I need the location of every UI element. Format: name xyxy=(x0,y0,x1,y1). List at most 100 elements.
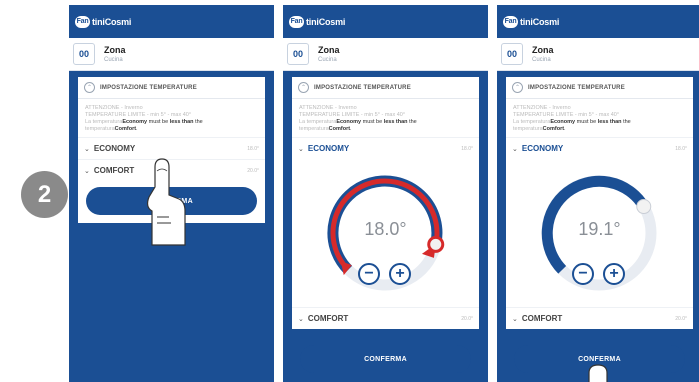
tutorial-page: 2 Fan tiniCosmi 00 Zona Cucina ⌃ IMPOSTA… xyxy=(0,0,699,382)
temperature-dial[interactable]: 18.0° − + xyxy=(292,159,479,307)
limits-note: ATTENZIONE - Inverno TEMPERATURE LIMITE … xyxy=(506,99,693,137)
temperature-dial[interactable]: 19.1° − + xyxy=(506,159,693,307)
zone-subtitle: Cucina xyxy=(318,57,337,63)
note-line-1: ATTENZIONE - Inverno xyxy=(299,105,357,111)
note-prefix-2: temperatura xyxy=(299,126,329,132)
chevron-down-icon: ⌄ xyxy=(298,315,304,323)
note-line-1: ATTENZIONE - Inverno xyxy=(85,105,143,111)
section-title: IMPOSTAZIONE TEMPERATURE xyxy=(314,84,411,91)
note-line-1: ATTENZIONE - Inverno xyxy=(513,105,571,111)
chevron-down-icon: ⌄ xyxy=(512,145,518,153)
limits-note: ATTENZIONE - Inverno TEMPERATURE LIMITE … xyxy=(78,99,265,137)
dial-value: 18.0° xyxy=(364,219,407,239)
dial-knob[interactable] xyxy=(636,199,652,215)
note-less: less than xyxy=(383,119,408,125)
note-period: . xyxy=(350,126,352,132)
zone-header[interactable]: 00 Zona Cucina xyxy=(69,38,274,71)
plus-button[interactable]: + xyxy=(389,263,411,285)
note-comfort: Comfort xyxy=(328,126,351,132)
chevron-down-icon: ⌄ xyxy=(298,145,304,153)
logo-text: tiniCosmi xyxy=(306,16,346,27)
zone-subtitle: Cucina xyxy=(532,57,551,63)
section-header[interactable]: ⌃ IMPOSTAZIONE TEMPERATURE xyxy=(506,77,693,99)
comfort-row[interactable]: ⌄ COMFORT 20.0° xyxy=(292,307,479,329)
note-the: the xyxy=(193,119,203,125)
note-comfort: Comfort xyxy=(542,126,565,132)
economy-label: ECONOMY xyxy=(93,144,136,153)
minus-button[interactable]: − xyxy=(358,263,380,285)
collapse-chevron-icon: ⌃ xyxy=(298,82,309,93)
note-prefix-2: temperatura xyxy=(513,126,543,132)
note-line-2: TEMPERATURE LIMITE - min 5° - max 40° xyxy=(85,112,192,118)
economy-label: ECONOMY xyxy=(521,144,564,153)
app-bar: Fan tiniCosmi xyxy=(283,5,488,38)
pointing-hand-icon xyxy=(146,158,186,246)
comfort-label: COMFORT xyxy=(307,314,349,323)
confirm-button[interactable]: CONFERMA xyxy=(300,345,471,373)
app-logo: Fan tiniCosmi xyxy=(289,15,346,28)
note-less: less than xyxy=(597,119,622,125)
zone-header[interactable]: 00 Zona Cucina xyxy=(283,38,488,71)
phone-screen-1: Fan tiniCosmi 00 Zona Cucina ⌃ IMPOSTAZI… xyxy=(69,5,274,382)
comfort-value: 20.0° xyxy=(461,315,473,322)
app-logo: Fan tiniCosmi xyxy=(503,15,559,28)
comfort-row[interactable]: ⌄ COMFORT 20.0° xyxy=(506,307,693,329)
note-the: the xyxy=(407,119,417,125)
zone-icon: 00 xyxy=(287,43,309,65)
app-bar: Fan tiniCosmi xyxy=(69,5,274,38)
note-period: . xyxy=(564,126,566,132)
note-must: must be xyxy=(575,119,598,125)
zone-icon: 00 xyxy=(501,43,523,65)
dial-value: 19.1° xyxy=(578,219,621,239)
chevron-down-icon: ⌄ xyxy=(512,315,518,323)
note-prefix-2: temperatura xyxy=(85,126,115,132)
note-prefix: La temperatura xyxy=(513,119,551,125)
economy-row[interactable]: ⌄ ECONOMY 18.0° xyxy=(78,137,265,159)
note-line-2: TEMPERATURE LIMITE - min 5° - max 40° xyxy=(513,112,620,118)
plus-button[interactable]: + xyxy=(603,263,625,285)
note-economy: Economy xyxy=(336,119,362,125)
note-line-2: TEMPERATURE LIMITE - min 5° - max 40° xyxy=(299,112,406,118)
note-the: the xyxy=(621,119,631,125)
zone-header[interactable]: 00 Zona Cucina xyxy=(497,38,699,71)
economy-row[interactable]: ⌄ ECONOMY 18.0° xyxy=(506,137,693,159)
chevron-down-icon: ⌄ xyxy=(84,145,90,153)
logo-mark: Fan xyxy=(75,15,90,28)
note-economy: Economy xyxy=(122,119,148,125)
comfort-value: 20.0° xyxy=(675,315,687,322)
note-prefix: La temperatura xyxy=(299,119,337,125)
collapse-chevron-icon: ⌃ xyxy=(84,82,95,93)
pointing-hand-icon xyxy=(588,364,608,382)
section-title: IMPOSTAZIONE TEMPERATURE xyxy=(528,84,625,91)
comfort-value: 20.0° xyxy=(247,167,259,174)
economy-label: ECONOMY xyxy=(307,144,350,153)
app-bar: Fan tiniCosmi xyxy=(497,5,699,38)
section-title: IMPOSTAZIONE TEMPERATURE xyxy=(100,84,197,91)
note-period: . xyxy=(136,126,138,132)
collapse-chevron-icon: ⌃ xyxy=(512,82,523,93)
chevron-down-icon: ⌄ xyxy=(84,167,90,175)
temperature-settings-card: ⌃ IMPOSTAZIONE TEMPERATURE ATTENZIONE - … xyxy=(292,77,479,329)
section-header[interactable]: ⌃ IMPOSTAZIONE TEMPERATURE xyxy=(292,77,479,99)
zone-title: Zona xyxy=(104,45,126,55)
economy-row[interactable]: ⌄ ECONOMY 18.0° xyxy=(292,137,479,159)
zone-subtitle: Cucina xyxy=(104,57,123,63)
app-logo: Fan tiniCosmi xyxy=(75,15,131,28)
economy-value: 18.0° xyxy=(247,145,259,152)
note-must: must be xyxy=(147,119,170,125)
limits-note: ATTENZIONE - Inverno TEMPERATURE LIMITE … xyxy=(292,99,479,137)
temperature-settings-card: ⌃ IMPOSTAZIONE TEMPERATURE ATTENZIONE - … xyxy=(506,77,693,329)
zone-title: Zona xyxy=(318,45,340,55)
step-badge: 2 xyxy=(21,171,68,218)
note-prefix: La temperatura xyxy=(85,119,123,125)
section-header[interactable]: ⌃ IMPOSTAZIONE TEMPERATURE xyxy=(78,77,265,99)
phone-screen-2: Fan tiniCosmi 00 Zona Cucina ⌃ IMPOSTAZI… xyxy=(283,5,488,382)
note-comfort: Comfort xyxy=(114,126,137,132)
logo-mark: Fan xyxy=(503,15,518,28)
note-economy: Economy xyxy=(550,119,576,125)
phone-screen-3: Fan tiniCosmi 00 Zona Cucina ⌃ IMPOSTAZI… xyxy=(497,5,699,382)
note-less: less than xyxy=(169,119,194,125)
zone-title: Zona xyxy=(532,45,554,55)
minus-button[interactable]: − xyxy=(572,263,594,285)
zone-icon: 00 xyxy=(73,43,95,65)
